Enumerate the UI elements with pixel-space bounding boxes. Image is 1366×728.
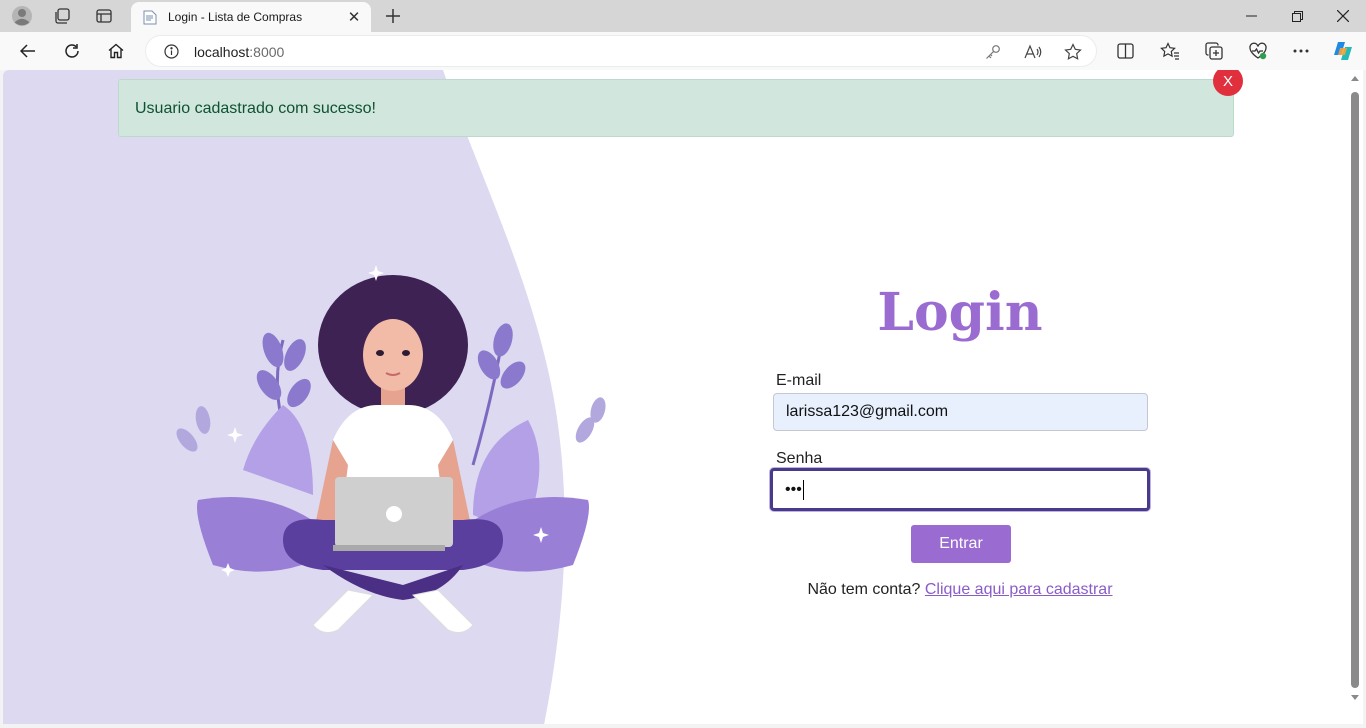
page-viewport: Usuario cadastrado com sucesso! X Login …	[3, 70, 1347, 724]
signup-link[interactable]: Clique aqui para cadastrar	[925, 581, 1113, 598]
window-close-icon[interactable]	[1320, 0, 1366, 32]
password-label: Senha	[776, 450, 823, 467]
signup-prompt: Não tem conta? Clique aqui para cadastra…	[760, 581, 1160, 599]
scrollbar-thumb[interactable]	[1351, 92, 1359, 688]
browser-essentials-icon[interactable]	[1246, 39, 1270, 63]
email-label: E-mail	[776, 372, 822, 389]
alert-message: Usuario cadastrado com sucesso!	[135, 100, 376, 117]
restore-icon[interactable]	[1274, 0, 1320, 32]
browser-toolbar: localhost:8000	[0, 32, 1366, 70]
info-icon[interactable]	[164, 44, 179, 59]
tab-actions-icon[interactable]	[90, 4, 118, 28]
active-tab[interactable]: Login - Lista de Compras ✕	[131, 2, 371, 32]
favorite-star-icon[interactable]	[1063, 42, 1083, 62]
address-bar[interactable]: localhost:8000	[145, 35, 1097, 67]
more-icon[interactable]	[1289, 39, 1313, 63]
workspaces-icon[interactable]	[48, 4, 76, 28]
read-aloud-icon[interactable]	[1023, 42, 1043, 62]
password-field[interactable]: •••	[770, 468, 1150, 511]
plus-icon[interactable]	[380, 3, 406, 29]
profile-icon[interactable]	[8, 4, 36, 28]
key-icon[interactable]	[983, 42, 1003, 62]
refresh-icon[interactable]	[57, 36, 87, 66]
home-icon[interactable]	[101, 36, 131, 66]
url-text[interactable]: localhost:8000	[194, 44, 284, 60]
page-favicon	[143, 10, 157, 25]
text-caret	[802, 479, 804, 500]
login-title: Login	[877, 282, 1043, 343]
copilot-icon[interactable]	[1331, 39, 1355, 63]
login-submit-button[interactable]: Entrar	[911, 525, 1011, 563]
url-port: :8000	[249, 44, 285, 60]
password-mask: •••	[785, 480, 802, 498]
woman-with-laptop-illustration	[176, 265, 606, 634]
scroll-up-arrow-icon[interactable]	[1351, 76, 1359, 81]
back-icon[interactable]	[13, 36, 43, 66]
scroll-down-arrow-icon[interactable]	[1351, 695, 1359, 700]
email-field[interactable]: larissa123@gmail.com	[773, 393, 1148, 431]
collections-icon[interactable]	[1202, 39, 1226, 63]
alert-close-button[interactable]: X	[1213, 70, 1243, 96]
tab-strip: Login - Lista de Compras ✕	[0, 0, 1366, 32]
url-host: localhost	[194, 44, 250, 60]
split-screen-icon[interactable]	[1113, 39, 1137, 63]
tab-title: Login - Lista de Compras	[168, 10, 303, 24]
signup-prompt-text: Não tem conta?	[807, 581, 925, 598]
minimize-icon[interactable]	[1228, 0, 1274, 32]
favorites-icon[interactable]	[1158, 39, 1182, 63]
vertical-scrollbar[interactable]	[1347, 70, 1363, 724]
success-alert: Usuario cadastrado com sucesso!	[118, 79, 1234, 137]
close-icon[interactable]: ✕	[345, 8, 363, 26]
